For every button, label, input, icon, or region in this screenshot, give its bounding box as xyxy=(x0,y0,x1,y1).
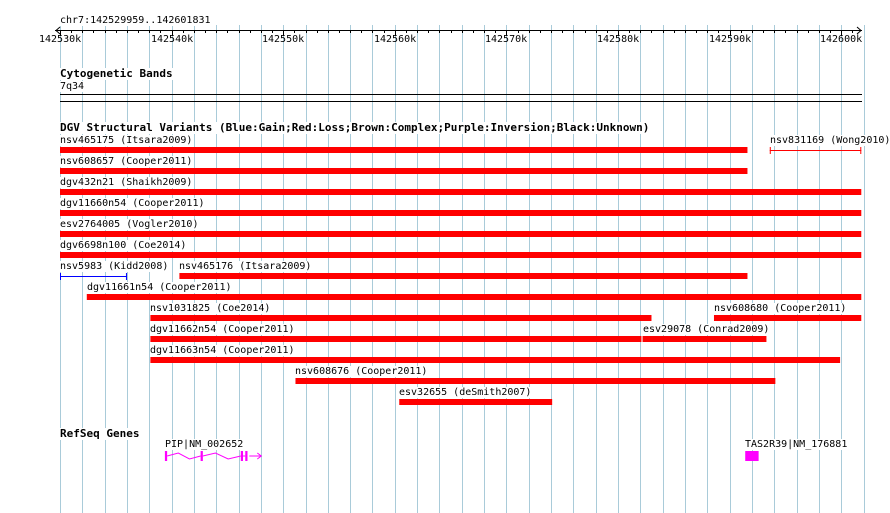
ruler-tick-label: 142600k xyxy=(820,34,863,45)
variant-label[interactable]: nsv465176 (Itsara2009) xyxy=(179,261,312,272)
variant-label[interactable]: dgv11663n54 (Cooper2011) xyxy=(150,345,295,356)
variant-bar[interactable] xyxy=(179,273,748,279)
refseq-track-title: RefSeq Genes xyxy=(60,427,140,440)
variant-bar[interactable] xyxy=(642,336,767,342)
variant-label[interactable]: dgv11660n54 (Cooper2011) xyxy=(60,198,205,209)
cytoband-track-title: Cytogenetic Bands xyxy=(60,67,173,80)
variant-label[interactable]: dgv432n21 (Shaikh2009) xyxy=(60,177,193,188)
variant-bar[interactable] xyxy=(150,357,841,363)
variant-label[interactable]: nsv5983 (Kidd2008) xyxy=(60,261,169,272)
dgv-track-title: DGV Structural Variants (Blue:Gain;Red:L… xyxy=(60,121,650,134)
variant-label[interactable]: nsv608657 (Cooper2011) xyxy=(60,156,193,167)
variant-label[interactable]: nsv465175 (Itsara2009) xyxy=(60,135,193,146)
variant-bar[interactable] xyxy=(60,231,862,237)
variant-bar[interactable] xyxy=(60,189,862,195)
ruler-tick-label: 142550k xyxy=(262,34,305,45)
variant-label[interactable]: nsv831169 (Wong2010) xyxy=(770,135,890,146)
variant-bar[interactable] xyxy=(399,399,553,405)
variant-label[interactable]: dgv11662n54 (Cooper2011) xyxy=(150,324,295,335)
variant-label[interactable]: nsv1031825 (Coe2014) xyxy=(150,303,271,314)
variant-label[interactable]: dgv11661n54 (Cooper2011) xyxy=(87,282,232,293)
variant-bar[interactable] xyxy=(86,294,862,300)
variant-label[interactable]: nsv608680 (Cooper2011) xyxy=(714,303,847,314)
ruler-tick-label: 142540k xyxy=(151,34,194,45)
gene-intron[interactable] xyxy=(202,452,241,460)
ruler-tick-label: 142580k xyxy=(597,34,640,45)
gene-exon[interactable] xyxy=(245,451,248,461)
variant-bar[interactable] xyxy=(60,168,748,174)
variant-label[interactable]: esv2764005 (Vogler2010) xyxy=(60,219,199,230)
gene-exon[interactable] xyxy=(164,451,168,461)
gene-exon[interactable] xyxy=(745,451,759,461)
gene-exon[interactable] xyxy=(240,451,244,461)
variant-bar[interactable] xyxy=(295,378,776,384)
variant-label[interactable]: esv32655 (deSmith2007) xyxy=(399,387,532,398)
variant-label[interactable]: nsv608676 (Cooper2011) xyxy=(295,366,428,377)
gene-label[interactable]: TAS2R39|NM_176881 xyxy=(745,439,848,450)
gene-exon[interactable] xyxy=(200,451,203,461)
ruler-tick-label: 142530k xyxy=(39,34,82,45)
gene-label[interactable]: PIP|NM_002652 xyxy=(165,439,244,450)
variant-bar[interactable] xyxy=(713,315,862,321)
variant-bar[interactable] xyxy=(150,336,642,342)
gene-intron[interactable] xyxy=(167,452,201,460)
variant-label[interactable]: esv29078 (Conrad2009) xyxy=(643,324,770,335)
ruler-tick-label: 142560k xyxy=(374,34,417,45)
genome-browser-panel: chr7:142529959..142601831 142530k 142540k… xyxy=(0,0,890,513)
ruler-tick-label: 142590k xyxy=(709,34,752,45)
variant-bar[interactable] xyxy=(60,252,862,258)
ruler-tick-label: 142570k xyxy=(485,34,528,45)
variant-bar[interactable] xyxy=(150,315,652,321)
cytoband-label[interactable]: 7q34 xyxy=(60,81,85,92)
locus-label: chr7:142529959..142601831 xyxy=(60,15,211,26)
variant-bar[interactable] xyxy=(60,147,748,153)
variant-bar[interactable] xyxy=(60,210,862,216)
variant-label[interactable]: dgv6698n100 (Coe2014) xyxy=(60,240,187,251)
